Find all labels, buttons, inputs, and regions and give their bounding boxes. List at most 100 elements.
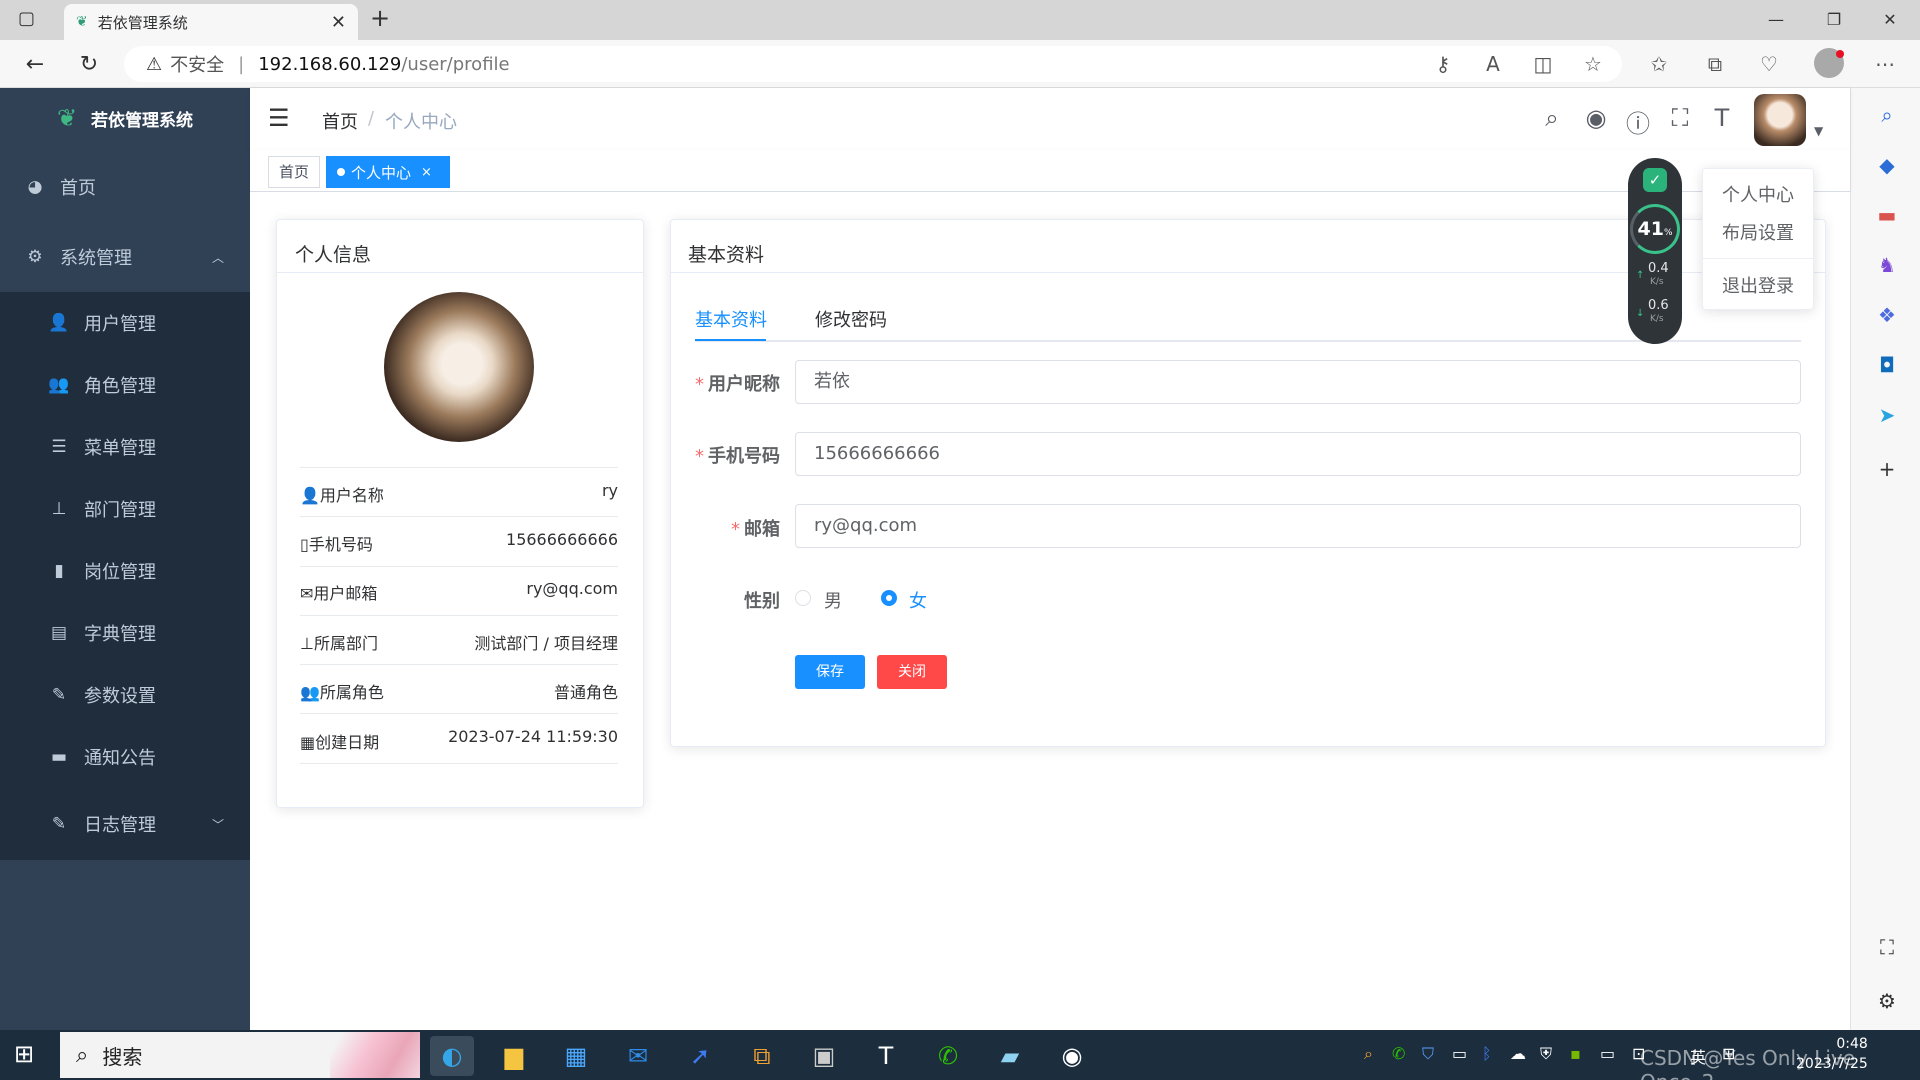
dropdown-item-layout[interactable]: 布局设置 — [1722, 219, 1794, 245]
dropdown-item-logout[interactable]: 退出登录 — [1722, 272, 1794, 298]
sidebar-item-system[interactable]: ⚙ 系统管理 ︿ — [0, 226, 250, 288]
caret-down-icon[interactable]: ▼ — [1814, 124, 1823, 138]
outlook-icon[interactable]: ◘ — [1872, 350, 1902, 380]
windows-start-icon[interactable]: ⊞ — [14, 1040, 34, 1068]
search-icon[interactable]: ⌕ — [1536, 104, 1568, 132]
browser-essentials-icon[interactable]: ♡ — [1756, 52, 1782, 76]
tools-icon[interactable]: ▬ — [1872, 200, 1902, 230]
sidebar-item-home[interactable]: ◕ 首页 — [0, 156, 250, 218]
search-icon[interactable]: ⌕ — [1872, 100, 1902, 130]
more-icon[interactable]: ⋯ — [1872, 52, 1898, 76]
tag-close-icon[interactable]: × — [421, 165, 432, 180]
radio-female[interactable] — [881, 590, 897, 606]
info-label-username: 👤用户名称 — [300, 486, 384, 505]
breadcrumb-separator: / — [368, 108, 375, 129]
add-icon[interactable]: + — [1872, 454, 1902, 484]
breadcrumb-home[interactable]: 首页 — [322, 108, 358, 134]
bluetooth-icon[interactable]: ᛒ — [1482, 1044, 1492, 1063]
fullscreen-icon[interactable]: ⛶ — [1664, 104, 1696, 132]
sidebar-item-dept[interactable]: ⊥ 部门管理 — [0, 478, 250, 540]
wechat-tray-icon[interactable]: ✆ — [1392, 1044, 1405, 1063]
email-input[interactable]: ry@qq.com — [795, 504, 1801, 548]
screenshot-icon[interactable]: ⛶ — [1872, 932, 1902, 962]
sidebar-item-notice[interactable]: ▬ 通知公告 — [0, 726, 250, 788]
sidebar-item-config[interactable]: ✎ 参数设置 — [0, 664, 250, 726]
window-close-button[interactable]: ✕ — [1870, 6, 1910, 34]
sidebar-item-log[interactable]: ✎ 日志管理 ﹀ — [0, 788, 250, 860]
display-tray-icon[interactable]: ▭ — [1452, 1044, 1467, 1063]
shield-tray-icon[interactable]: ⛉ — [1422, 1044, 1434, 1064]
wechat-icon[interactable]: ✆ — [926, 1036, 970, 1076]
browser-tab-title: 若依管理系统 — [97, 13, 188, 32]
close-button[interactable]: 关闭 — [877, 655, 947, 689]
nickname-input[interactable]: 若依 — [795, 360, 1801, 404]
dropdown-item-profile[interactable]: 个人中心 — [1722, 181, 1794, 207]
typora-icon[interactable]: T — [864, 1036, 908, 1076]
tab-basic-info[interactable]: 基本资料 — [695, 306, 767, 332]
app-logo[interactable]: ❦ 若依管理系统 — [0, 88, 250, 148]
sidebar-item-label: 部门管理 — [84, 500, 156, 521]
tag-home[interactable]: 首页 — [268, 156, 320, 188]
hamburger-icon[interactable]: ☰ — [268, 104, 290, 132]
radio-female-label[interactable]: 女 — [909, 587, 927, 613]
games-icon[interactable]: ♞ — [1872, 250, 1902, 280]
settings-icon[interactable]: ⚙ — [1872, 986, 1902, 1016]
notepad-icon[interactable]: ▰ — [988, 1036, 1032, 1076]
edge-icon[interactable]: ◐ — [430, 1036, 474, 1076]
key-icon[interactable]: ⚷ — [1430, 52, 1456, 76]
mail-icon[interactable]: ✉ — [616, 1036, 660, 1076]
sidebar-item-dict[interactable]: ▤ 字典管理 — [0, 602, 250, 664]
question-icon[interactable]: ⓘ — [1622, 104, 1654, 139]
vmware-icon[interactable]: ⧉ — [740, 1036, 784, 1076]
favorites-icon[interactable]: ✩ — [1646, 52, 1672, 76]
window-minimize-button[interactable]: — — [1756, 6, 1796, 34]
ruoyi-favicon-icon: ❦ — [76, 14, 88, 30]
divider — [300, 615, 618, 616]
tab-close-icon[interactable]: ✕ — [331, 12, 346, 33]
font-size-icon[interactable]: T — [1706, 104, 1738, 132]
taskbar-search[interactable]: ⌕ 搜索 — [60, 1032, 420, 1078]
search-tray-icon[interactable]: ⌕ — [1364, 1044, 1373, 1064]
file-explorer-icon[interactable]: ▆ — [492, 1036, 536, 1076]
sidebar-item-user[interactable]: 👤 用户管理 — [0, 292, 250, 354]
feishu-icon[interactable]: ➚ — [678, 1036, 722, 1076]
linux-icon[interactable]: ◉ — [1050, 1036, 1094, 1076]
reload-button[interactable]: ↻ — [74, 50, 104, 80]
tab-change-password[interactable]: 修改密码 — [815, 306, 887, 332]
radio-male[interactable] — [795, 590, 811, 606]
cloud-icon[interactable]: ☁ — [1510, 1044, 1526, 1063]
profile-avatar[interactable] — [384, 292, 534, 442]
url-path: /user/profile — [401, 53, 510, 75]
sidebar-item-menu[interactable]: ☰ 菜单管理 — [0, 416, 250, 478]
defender-icon[interactable]: ⛨ — [1540, 1044, 1552, 1064]
tag-profile-active[interactable]: 个人中心 × — [326, 156, 450, 188]
window-maximize-button[interactable]: ❐ — [1814, 6, 1854, 34]
browser-tab[interactable]: ❦ 若依管理系统 ✕ — [64, 4, 358, 40]
address-bar[interactable]: ⚠ 不安全 | 192.168.60.129 /user/profile — [124, 46, 1622, 82]
url-separator: | — [238, 53, 245, 75]
store-icon[interactable]: ▦ — [554, 1036, 598, 1076]
menu-list-icon: ☰ — [51, 437, 67, 457]
split-screen-icon[interactable]: ◫ — [1530, 52, 1556, 76]
read-aloud-icon[interactable]: A — [1480, 52, 1506, 76]
new-tab-button[interactable]: + — [370, 4, 390, 32]
insecure-label[interactable]: 不安全 — [170, 51, 224, 77]
terminal-icon[interactable]: ▣ — [802, 1036, 846, 1076]
github-icon[interactable]: ◉ — [1580, 104, 1612, 132]
copilot-icon[interactable]: ❖ — [1872, 300, 1902, 330]
telegram-icon[interactable]: ➤ — [1872, 400, 1902, 430]
nvidia-icon[interactable]: ▪ — [1570, 1044, 1581, 1063]
taskbar-clock[interactable]: 0:48 2023/7/25 — [1796, 1034, 1868, 1074]
avatar[interactable] — [1754, 94, 1806, 146]
radio-male-label[interactable]: 男 — [824, 587, 842, 613]
phone-input[interactable]: 15666666666 — [795, 432, 1801, 476]
back-button[interactable]: ← — [20, 50, 50, 80]
collections-icon[interactable]: ⧉ — [1702, 52, 1728, 76]
save-button[interactable]: 保存 — [795, 655, 865, 689]
sidebar-item-post[interactable]: ▮ 岗位管理 — [0, 540, 250, 602]
tab-actions-icon[interactable]: ▢ — [18, 8, 35, 29]
sidebar-item-role[interactable]: 👥 角色管理 — [0, 354, 250, 416]
shopping-tag-icon[interactable]: ◆ — [1872, 150, 1902, 180]
favorite-star-icon[interactable]: ☆ — [1580, 52, 1606, 76]
battery-icon[interactable]: ▭ — [1600, 1044, 1615, 1063]
